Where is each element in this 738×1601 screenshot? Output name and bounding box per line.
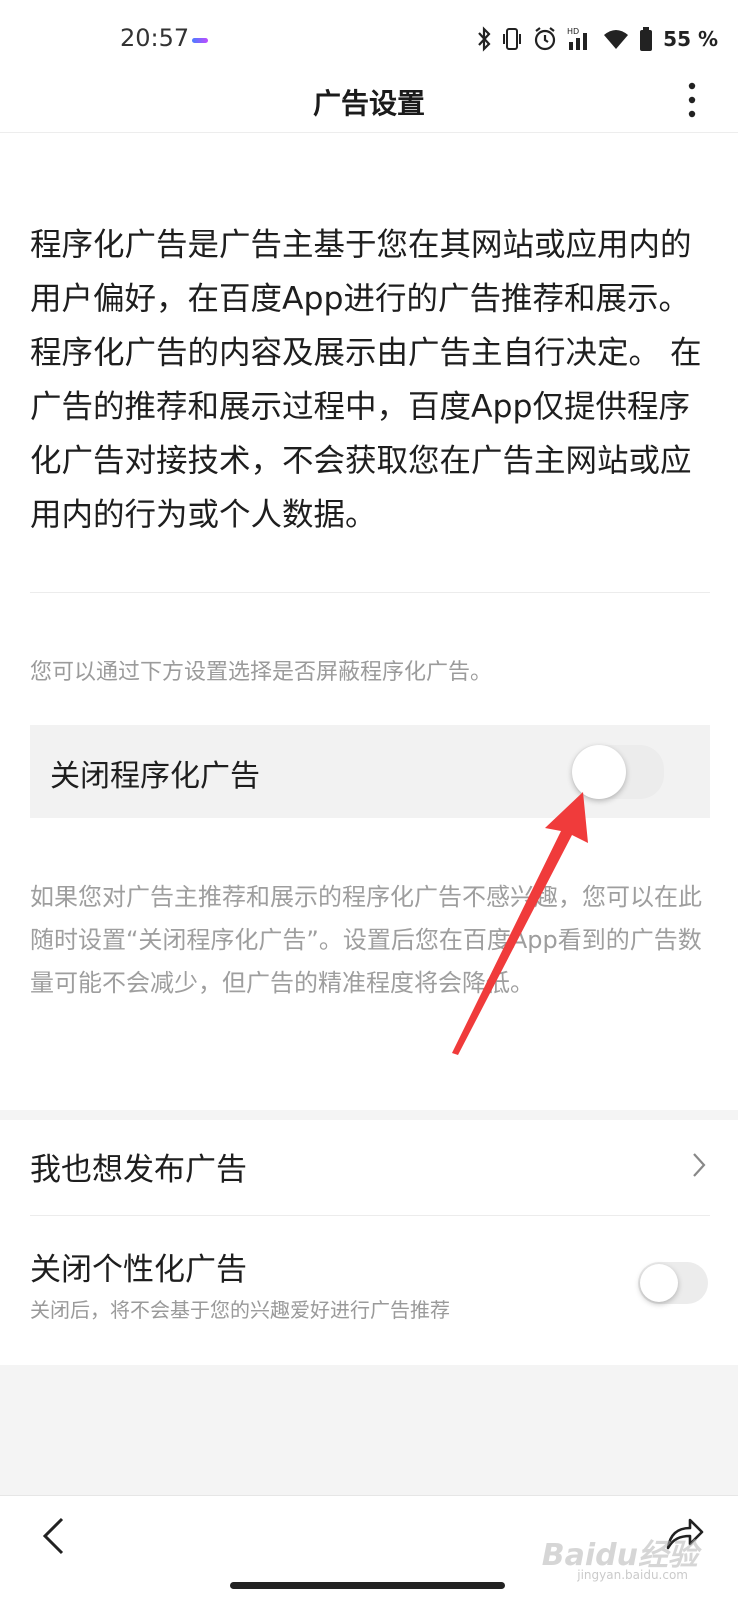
home-indicator xyxy=(230,1582,505,1589)
divider xyxy=(30,1215,710,1216)
chevron-right-icon xyxy=(693,1153,706,1177)
settings-list: 我也想发布广告 关闭个性化广告 关闭后，将不会基于您的兴趣爱好进行广告推荐 xyxy=(0,1120,738,1365)
personalized-ads-label: 关闭个性化广告 xyxy=(30,1252,247,1288)
battery-percent: 55 % xyxy=(663,27,718,51)
status-bar: 20:57 HD 55 % xyxy=(0,0,738,70)
divider xyxy=(30,592,710,593)
navigation-bar: 广告设置 xyxy=(0,70,738,133)
intro-paragraph: 程序化广告是广告主基于您在其网站或应用内的用户偏好，在百度App进行的广告推荐和… xyxy=(30,227,702,533)
alarm-icon xyxy=(535,27,556,51)
personalized-ads-switch[interactable] xyxy=(638,1262,708,1304)
app-indicator-icon xyxy=(192,38,208,43)
battery-icon xyxy=(640,27,653,51)
vibrate-icon xyxy=(503,28,522,50)
svg-text:HD: HD xyxy=(567,27,579,36)
programmatic-ads-row[interactable]: 关闭程序化广告 xyxy=(30,725,710,818)
publish-ads-row[interactable]: 我也想发布广告 xyxy=(30,1120,710,1215)
publish-ads-label: 我也想发布广告 xyxy=(30,1152,247,1188)
status-time: 20:57 xyxy=(120,24,190,52)
status-icons: HD 55 % xyxy=(477,24,718,54)
more-vertical-icon[interactable] xyxy=(686,80,698,120)
back-arrow-icon[interactable] xyxy=(40,1516,66,1556)
switch-knob xyxy=(640,1264,678,1302)
page-title: 广告设置 xyxy=(312,87,425,120)
switch-knob xyxy=(572,745,626,799)
programmatic-ads-label: 关闭程序化广告 xyxy=(50,759,260,794)
personalized-ads-row[interactable]: 关闭个性化广告 关闭后，将不会基于您的兴趣爱好进行广告推荐 xyxy=(30,1216,710,1365)
description-text: 如果您对广告主推荐和展示的程序化广告不感兴趣，您可以在此随时设置“关闭程序化广告… xyxy=(30,883,702,997)
wifi-icon xyxy=(604,30,629,49)
personalized-ads-sub: 关闭后，将不会基于您的兴趣爱好进行广告推荐 xyxy=(30,1298,450,1322)
hd-signal-icon: HD xyxy=(567,27,588,50)
watermark-url: jingyan.baidu.com xyxy=(577,1568,688,1582)
programmatic-ads-switch[interactable] xyxy=(572,745,664,799)
hint-text: 您可以通过下方设置选择是否屏蔽程序化广告。 xyxy=(30,660,493,685)
bluetooth-icon xyxy=(478,26,491,52)
